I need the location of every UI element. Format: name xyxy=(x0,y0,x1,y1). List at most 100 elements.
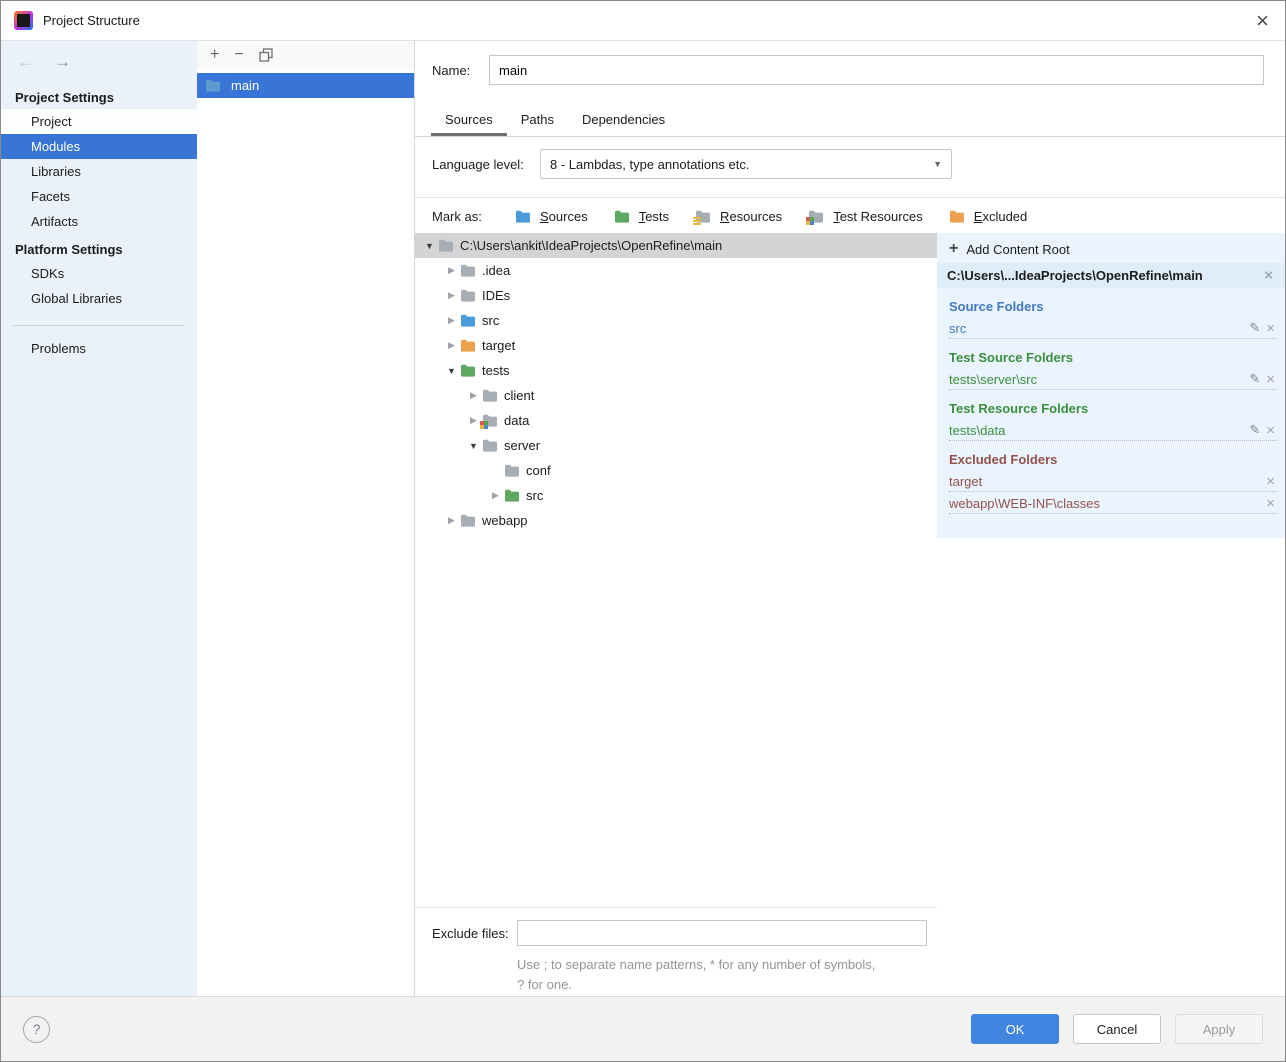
sidebar-item-artifacts[interactable]: Artifacts xyxy=(1,209,197,234)
tree-node-client[interactable]: ▶client xyxy=(415,383,937,408)
sidebar-divider xyxy=(13,325,185,326)
tree-node-server[interactable]: ▼server xyxy=(415,433,937,458)
mark-as-tests-button[interactable]: Tests xyxy=(607,206,676,227)
ok-button[interactable]: OK xyxy=(971,1014,1059,1044)
tree-toggle-icon[interactable]: ▶ xyxy=(443,515,460,526)
sidebar-item-libraries[interactable]: Libraries xyxy=(1,159,197,184)
exclude-divider xyxy=(415,907,937,908)
content-root-row[interactable]: C:\Users\...IdeaProjects\OpenRefine\main… xyxy=(937,263,1285,288)
tab-dependencies[interactable]: Dependencies xyxy=(568,105,679,136)
sidebar-item-problems[interactable]: Problems xyxy=(1,336,197,361)
editor-tabs: SourcesPathsDependencies xyxy=(431,105,679,136)
remove-folder-icon[interactable]: × xyxy=(1264,496,1277,511)
mark-as-label: Mark as: xyxy=(432,209,508,224)
mark-as-excluded-button[interactable]: Excluded xyxy=(942,206,1034,227)
test-resource-folder-icon xyxy=(808,210,828,223)
forward-button[interactable]: → xyxy=(54,52,71,72)
tree-node-c-users-ankit-ideaprojects-openrefine-main[interactable]: ▼ C:\Users\ankit\IdeaProjects\OpenRefine\… xyxy=(415,233,937,258)
folder-folder-icon xyxy=(460,264,480,277)
tree-node-label: C:\Users\ankit\IdeaProjects\OpenRefine\m… xyxy=(458,238,722,253)
footer-buttons: OK Cancel Apply xyxy=(971,1014,1263,1044)
folder-folder-icon xyxy=(504,464,524,477)
folder-folder-icon xyxy=(438,239,458,252)
tree-node-idea[interactable]: ▶ .idea xyxy=(415,258,937,283)
folder-entry-tests-data: tests\data✎× xyxy=(949,419,1277,441)
add-content-root-label: Add Content Root xyxy=(966,242,1069,257)
tree-toggle-icon[interactable]: ▶ xyxy=(465,390,482,401)
tree-node-target[interactable]: ▶target xyxy=(415,333,937,358)
tree-toggle-icon[interactable]: ▶ xyxy=(487,490,504,501)
name-input[interactable] xyxy=(489,55,1264,85)
copy-module-button[interactable] xyxy=(259,48,273,62)
tree-toggle-icon[interactable]: ▶ xyxy=(443,315,460,326)
hint-line-2: ? for one. xyxy=(517,975,957,995)
apply-button: Apply xyxy=(1175,1014,1263,1044)
sidebar-section-header-platform-settings: Platform Settings xyxy=(1,234,197,261)
tree-node-label: tests xyxy=(480,363,509,378)
tree-node-src[interactable]: ▶src xyxy=(415,308,937,333)
sidebar-item-facets[interactable]: Facets xyxy=(1,184,197,209)
mark-as-sources-button[interactable]: Sources xyxy=(508,206,595,227)
folder-path[interactable]: target xyxy=(949,474,1264,489)
tree-node-label: conf xyxy=(524,463,551,478)
tree-node-tests[interactable]: ▼ tests xyxy=(415,358,937,383)
mark-as-button-label: Tests xyxy=(639,209,669,224)
excluded-folder-icon xyxy=(949,210,969,223)
section-header-source-folders: Source Folders xyxy=(937,288,1285,317)
tree-node-ides[interactable]: ▶IDEs xyxy=(415,283,937,308)
tree-toggle-icon[interactable]: ▼ xyxy=(421,241,438,251)
source-folder-icon xyxy=(460,314,480,327)
remove-folder-icon[interactable]: × xyxy=(1264,474,1277,489)
sidebar-section-header-project-settings: Project Settings xyxy=(1,82,197,109)
close-button[interactable]: × xyxy=(1256,10,1269,32)
remove-folder-icon[interactable]: × xyxy=(1264,321,1277,336)
sidebar-item-sdks[interactable]: SDKs xyxy=(1,261,197,286)
edit-folder-icon[interactable]: ✎ xyxy=(1245,371,1264,387)
sidebar-item-global-libraries[interactable]: Global Libraries xyxy=(1,286,197,311)
add-module-button[interactable]: + xyxy=(210,47,219,63)
copy-icon xyxy=(259,48,273,62)
language-level-select[interactable]: 8 - Lambdas, type annotations etc. ▼ xyxy=(540,149,952,179)
mark-as-test-resources-button[interactable]: Test Resources xyxy=(801,206,930,227)
exclude-files-input[interactable] xyxy=(517,920,927,946)
edit-folder-icon[interactable]: ✎ xyxy=(1245,422,1264,438)
add-content-root-button[interactable]: + Add Content Root xyxy=(937,233,1285,261)
sidebar-item-modules[interactable]: Modules xyxy=(1,134,197,159)
tree-node-webapp[interactable]: ▶webapp xyxy=(415,508,937,533)
folder-path[interactable]: webapp\WEB-INF\classes xyxy=(949,496,1264,511)
folder-folder-icon xyxy=(460,514,480,527)
tree-toggle-icon[interactable]: ▶ xyxy=(443,340,460,351)
mark-as-button-label: Test Resources xyxy=(833,209,923,224)
tab-sources[interactable]: Sources xyxy=(431,105,507,136)
remove-content-root-icon[interactable]: × xyxy=(1262,268,1275,283)
plus-icon: + xyxy=(949,241,958,257)
settings-sidebar: ← → Project SettingsProjectModulesLibrar… xyxy=(1,41,197,996)
tree-toggle-icon[interactable]: ▼ xyxy=(465,441,482,451)
content-root-panel: + Add Content Root C:\Users\...IdeaProje… xyxy=(937,233,1285,538)
tree-node-conf[interactable]: conf xyxy=(415,458,937,483)
section-header-test-source-folders: Test Source Folders xyxy=(937,339,1285,368)
hint-line-1: Use ; to separate name patterns, * for a… xyxy=(517,955,957,975)
edit-folder-icon[interactable]: ✎ xyxy=(1245,320,1264,336)
sidebar-item-project[interactable]: Project xyxy=(1,109,197,134)
tree-node-label: .idea xyxy=(480,263,510,278)
tree-node-src[interactable]: ▶src xyxy=(415,483,937,508)
tree-toggle-icon[interactable]: ▶ xyxy=(443,265,460,276)
cancel-button[interactable]: Cancel xyxy=(1073,1014,1161,1044)
tree-node-data[interactable]: ▶data xyxy=(415,408,937,433)
mark-as-button-label: Excluded xyxy=(974,209,1027,224)
folder-path[interactable]: tests\data xyxy=(949,423,1245,438)
tree-toggle-icon[interactable]: ▼ xyxy=(443,366,460,376)
remove-folder-icon[interactable]: × xyxy=(1264,372,1277,387)
tab-paths[interactable]: Paths xyxy=(507,105,568,136)
module-list-item-main[interactable]: main xyxy=(197,73,414,98)
tree-toggle-icon[interactable]: ▶ xyxy=(443,290,460,301)
mark-as-resources-button[interactable]: Resources xyxy=(688,206,789,227)
remove-module-button[interactable]: − xyxy=(234,47,243,63)
remove-folder-icon[interactable]: × xyxy=(1264,423,1277,438)
help-button[interactable]: ? xyxy=(23,1016,50,1043)
back-button[interactable]: ← xyxy=(17,52,34,72)
folder-path[interactable]: tests\server\src xyxy=(949,372,1245,387)
content-root-sections: Source Folderssrc✎×Test Source Folderste… xyxy=(937,288,1285,514)
folder-path[interactable]: src xyxy=(949,321,1245,336)
